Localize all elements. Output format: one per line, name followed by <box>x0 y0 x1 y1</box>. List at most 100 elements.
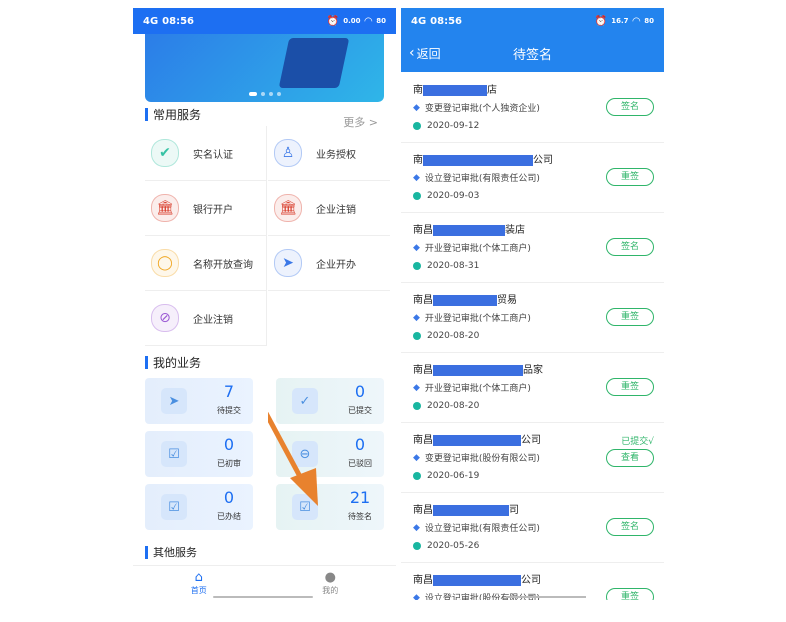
service-item[interactable]: ♙ 业务授权 <box>268 126 390 181</box>
business-card[interactable]: ☑ 0 已办结 <box>145 484 253 530</box>
business-card[interactable]: ☑ 0 已初审 <box>145 431 253 477</box>
submit-date: 2020-08-31 <box>413 261 479 271</box>
action-button[interactable]: 查看 <box>606 449 654 467</box>
tag-icon: ◆ <box>413 592 420 601</box>
action-button[interactable]: 重签 <box>606 168 654 186</box>
company-name: 南昌 品家 <box>413 361 543 376</box>
status-bar-right: 4G 08:56 ⏰ 16.7 ◠ 80 <box>401 8 664 34</box>
action-button[interactable]: 签名 <box>606 238 654 256</box>
approval-type: ◆ 开业登记审批(个体工商户) <box>413 241 531 255</box>
redaction-mask <box>433 294 497 306</box>
service-label: 银行开户 <box>193 204 233 216</box>
bank-icon: 🏛 <box>274 194 302 222</box>
service-label: 企业注销 <box>316 204 356 216</box>
annotation-arrow <box>268 411 318 506</box>
approval-type-text: 变更登记审批(个人独资企业) <box>424 104 540 114</box>
action-button[interactable]: 重签 <box>606 588 654 600</box>
business-label: 已提交 <box>348 406 372 415</box>
business-label: 已办结 <box>217 512 241 521</box>
tab-home-label: 首页 <box>190 585 207 595</box>
alarm-icon: ⏰ <box>326 15 340 27</box>
tag-icon: ◆ <box>413 382 420 393</box>
company-name-suffix: 公司 <box>521 575 541 586</box>
network-speed: 16.7 <box>611 17 629 25</box>
sign-list-item[interactable]: 南昌 贸易 ◆ 开业登记审批(个体工商户) 2020-08-20 重签 <box>401 282 664 353</box>
business-label: 已初审 <box>217 459 241 468</box>
service-item[interactable]: ◯ 名称开放查询 <box>145 236 267 291</box>
service-label: 企业注销 <box>193 314 233 326</box>
approval-type-text: 开业登记审批(个体工商户) <box>424 314 531 324</box>
wifi-icon: ◠ <box>364 15 373 27</box>
company-name-prefix: 南昌 <box>413 575 433 586</box>
back-button[interactable]: ‹ 返回 <box>409 45 441 62</box>
service-label: 业务授权 <box>316 149 356 161</box>
service-item[interactable]: ✔ 实名认证 <box>145 126 267 181</box>
signal-indicator: 4G <box>411 15 427 27</box>
wifi-icon: ◠ <box>632 15 641 27</box>
service-item[interactable]: ➤ 企业开办 <box>268 236 390 291</box>
date-text: 2020-05-26 <box>427 541 480 551</box>
company-name-suffix: 公司 <box>521 435 541 446</box>
tab-mine[interactable]: ● 我的 <box>265 566 397 600</box>
tag-icon: ◆ <box>413 242 420 253</box>
home-screen: 4G 08:56 ⏰ 0.00 ◠ 80 常用服务 更多 > ✔ 实名认证 ♙ 业务授权 🏛 银行… <box>133 8 396 600</box>
service-label: 实名认证 <box>193 149 233 161</box>
business-label: 已驳回 <box>348 459 372 468</box>
action-button[interactable]: 签名 <box>606 98 654 116</box>
approval-type-text: 开业登记审批(个体工商户) <box>424 384 531 394</box>
sign-list-item[interactable]: 南昌 公司 ◆ 变更登记审批(股份有限公司) 2020-06-19 已提交√ 查看 <box>401 422 664 493</box>
sign-list-item[interactable]: 南昌 装店 ◆ 开业登记审批(个体工商户) 2020-08-31 签名 <box>401 212 664 283</box>
action-button[interactable]: 重签 <box>606 378 654 396</box>
business-title: 我的业务 <box>145 354 201 371</box>
sign-list-item[interactable]: 南昌 品家 ◆ 开业登记审批(个体工商户) 2020-08-20 重签 <box>401 352 664 423</box>
business-count: 0 <box>223 435 235 454</box>
check-doc-icon: ☑ <box>161 441 187 467</box>
company-name-suffix: 公司 <box>533 155 553 166</box>
action-button[interactable]: 重签 <box>606 308 654 326</box>
approval-type-text: 设立登记审批(有限责任公司) <box>424 174 540 184</box>
redaction-mask <box>423 154 533 166</box>
tag-icon: ◆ <box>413 452 420 463</box>
person-icon: ● <box>324 569 336 585</box>
submit-date: 2020-06-19 <box>413 471 479 481</box>
bank-icon: 🏛 <box>151 194 179 222</box>
sign-list-item[interactable]: 南店 ◆ 变更登记审批(个人独资企业) 2020-09-12 签名 <box>401 72 664 143</box>
approval-type: ◆ 开业登记审批(个体工商户) <box>413 311 531 325</box>
business-label: 待提交 <box>217 406 241 415</box>
company-name-suffix: 贸易 <box>497 295 517 306</box>
services-title: 常用服务 <box>145 106 201 123</box>
company-name-prefix: 南 <box>413 85 423 96</box>
tag-icon: ◆ <box>413 102 420 113</box>
date-text: 2020-08-31 <box>427 261 480 271</box>
user-check-icon: ♙ <box>274 139 302 167</box>
status-badge: 已提交√ <box>621 437 654 447</box>
home-icon: ⌂ <box>194 569 203 585</box>
business-count: 0 <box>354 382 366 401</box>
service-item[interactable]: 🏛 企业注销 <box>268 181 390 236</box>
paper-plane-icon: ➤ <box>274 249 302 277</box>
clock-icon <box>413 472 421 480</box>
sign-list-item[interactable]: 南昌 公司 ◆ 设立登记审批(股份有限公司) 重签 <box>401 562 664 600</box>
clock-icon <box>413 332 421 340</box>
redaction-mask <box>423 84 487 96</box>
business-card[interactable]: ➤ 7 待提交 <box>145 378 253 424</box>
sign-list-item[interactable]: 南 公司 ◆ 设立登记审批(有限责任公司) 2020-09-03 重签 <box>401 142 664 213</box>
company-name-prefix: 南昌 <box>413 295 433 306</box>
sign-list-item[interactable]: 南昌 司 ◆ 设立登记审批(有限责任公司) 2020-05-26 签名 <box>401 492 664 563</box>
clock-icon <box>413 542 421 550</box>
alarm-icon: ⏰ <box>594 15 608 27</box>
action-button[interactable]: 签名 <box>606 518 654 536</box>
chevron-left-icon: ‹ <box>409 45 415 61</box>
business-count: 7 <box>223 382 235 401</box>
promo-banner[interactable] <box>145 34 384 102</box>
status-bar: 4G 08:56 ⏰ 0.00 ◠ 80 <box>133 8 396 34</box>
service-item[interactable]: ⊘ 企业注销 <box>145 291 267 346</box>
company-name-suffix: 装店 <box>505 225 525 236</box>
service-item[interactable]: 🏛 银行开户 <box>145 181 267 236</box>
home-indicator <box>506 596 586 598</box>
company-name: 南昌 司 <box>413 501 519 516</box>
shield-check-icon: ✔ <box>151 139 179 167</box>
submit-date: 2020-08-20 <box>413 331 479 341</box>
tab-home[interactable]: ⌂ 首页 <box>133 566 265 600</box>
company-name: 南昌 公司 <box>413 571 541 586</box>
